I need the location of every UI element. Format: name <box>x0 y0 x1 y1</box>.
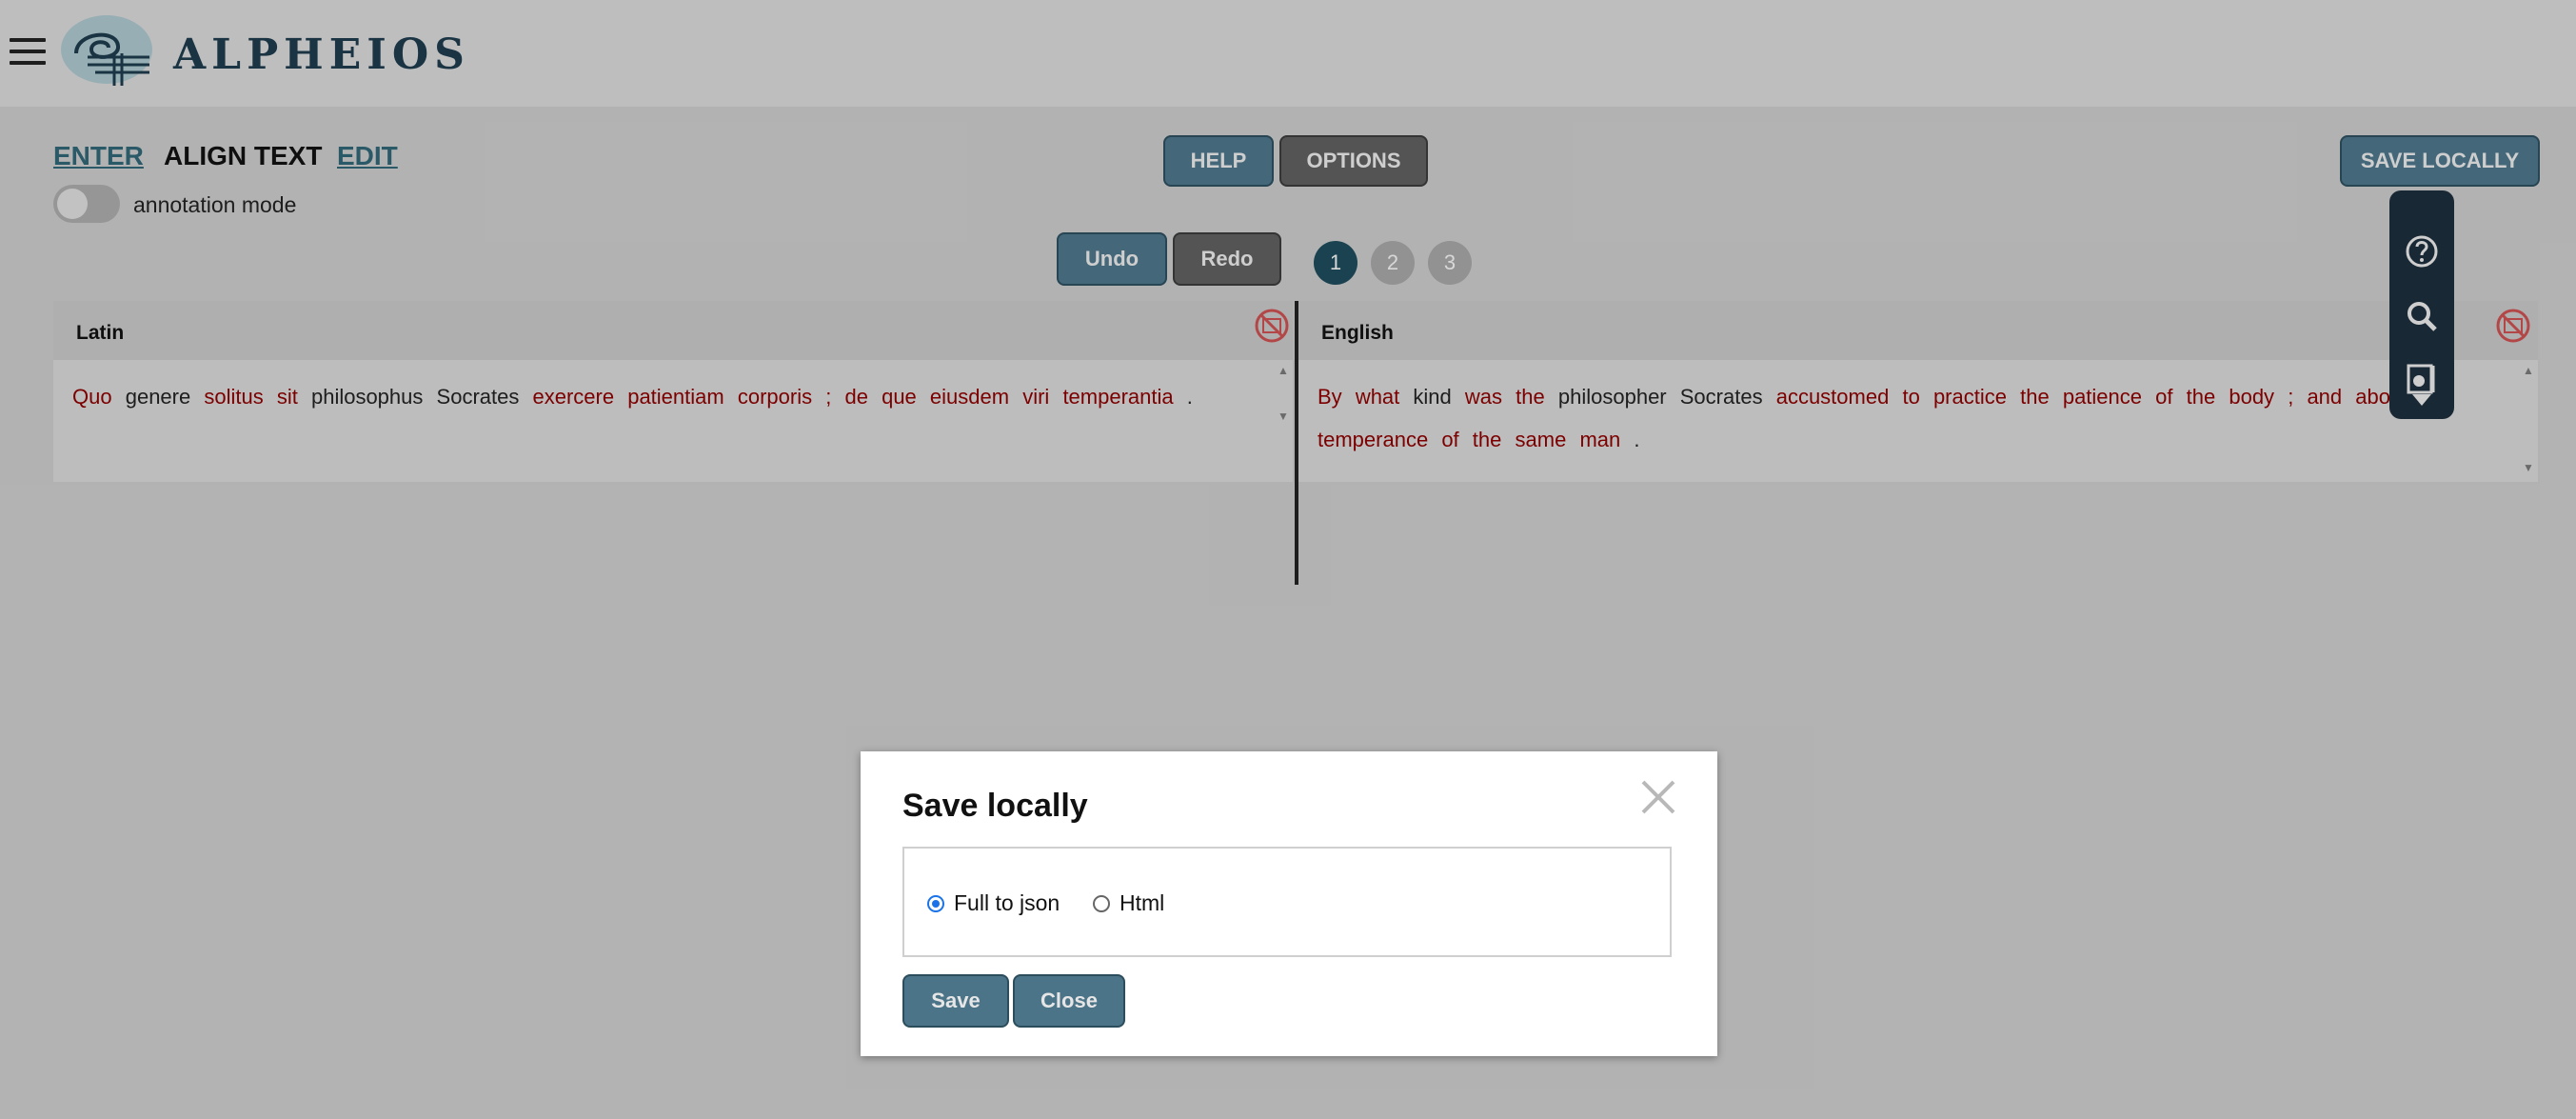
radio-label: Html <box>1120 890 1165 915</box>
radio-html[interactable]: Html <box>1093 890 1164 916</box>
close-icon[interactable] <box>1635 774 1681 820</box>
radio-button[interactable] <box>1093 894 1110 912</box>
save-locally-dialog: Save locally Full to json Html Save Clos… <box>861 751 1717 1056</box>
close-button[interactable]: Close <box>1013 974 1125 1028</box>
dialog-title: Save locally <box>902 788 1088 824</box>
save-button[interactable]: Save <box>902 974 1009 1028</box>
radio-full-to-json[interactable]: Full to json <box>927 890 1060 916</box>
radio-button[interactable] <box>927 894 944 912</box>
save-format-options: Full to json Html <box>902 847 1672 957</box>
radio-label: Full to json <box>954 890 1060 915</box>
